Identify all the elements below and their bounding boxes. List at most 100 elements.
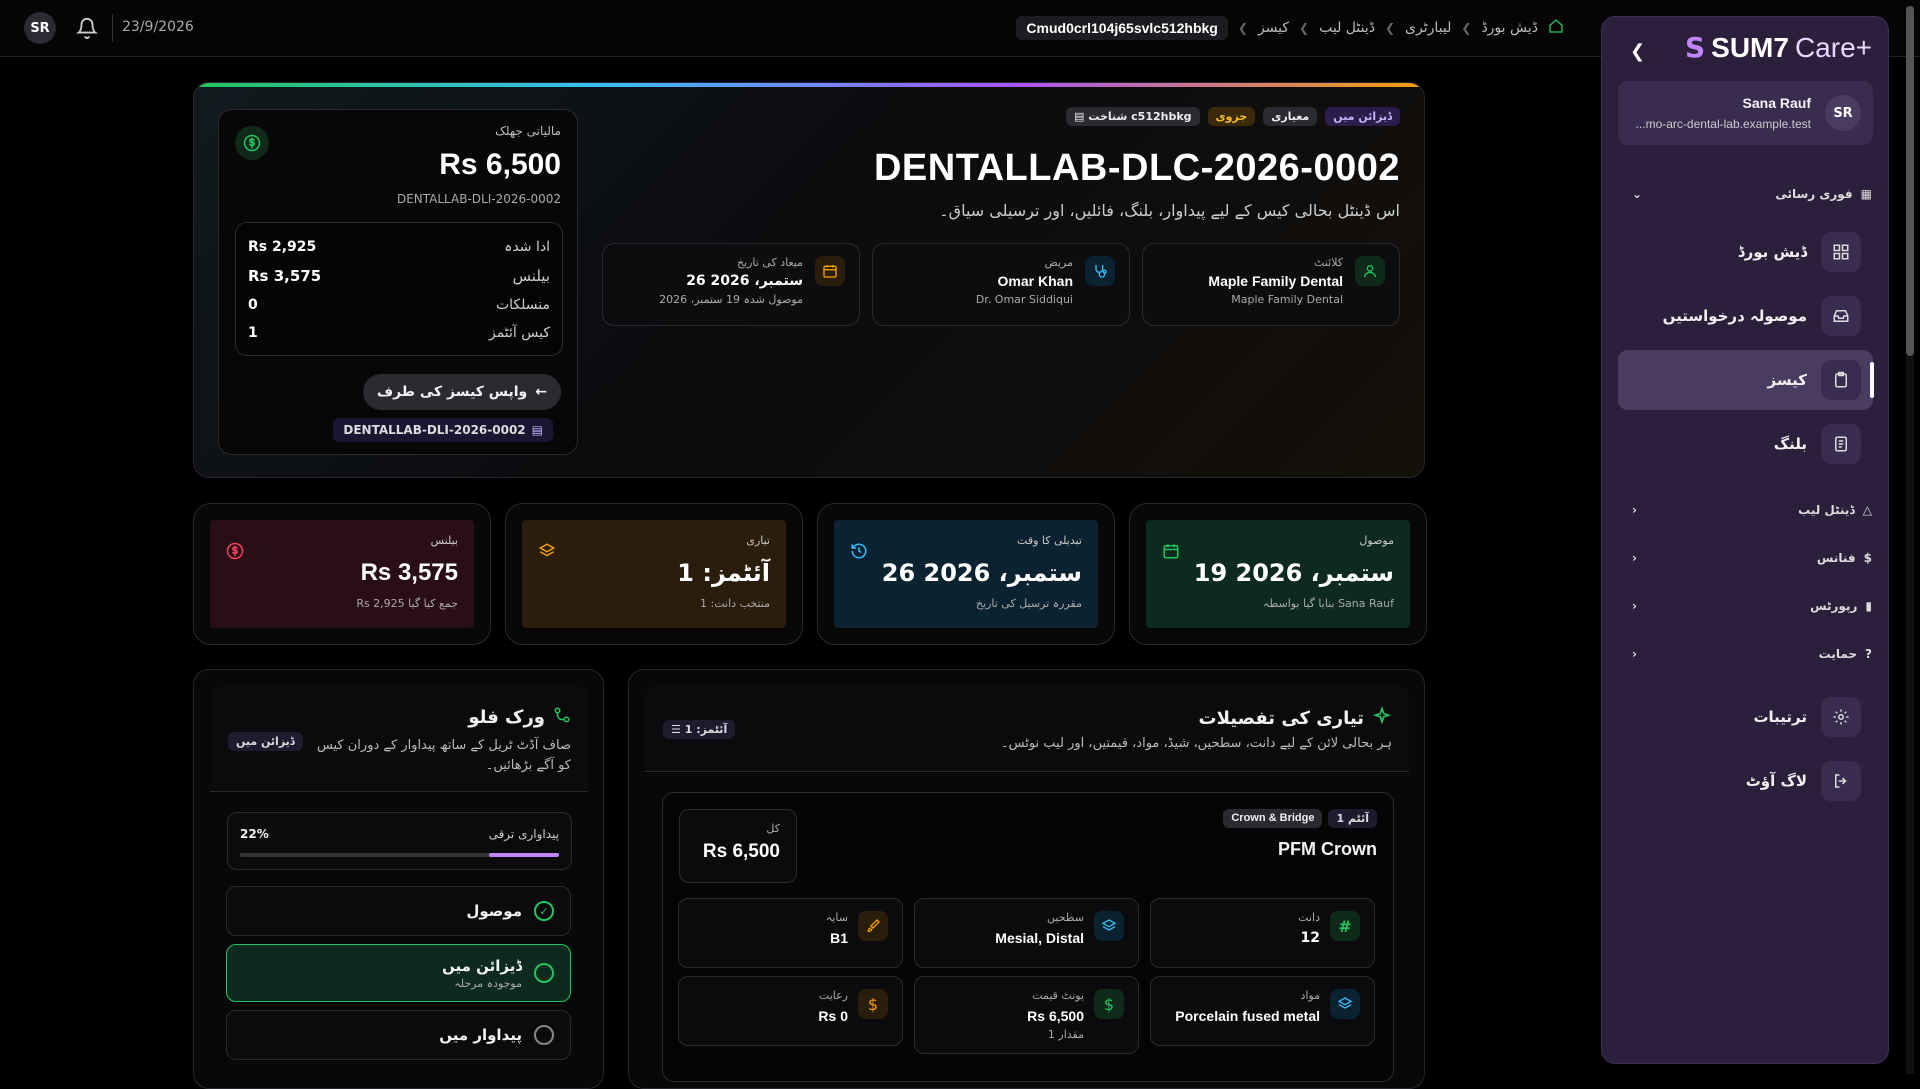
user-avatar[interactable]: SR <box>24 12 56 44</box>
sidebar-item-settings[interactable]: ترتیبات <box>1618 687 1873 747</box>
brand-logo[interactable]: S SUM7 Care+ <box>1685 31 1872 64</box>
item-number-tag: آئٹم 1 <box>1328 809 1377 828</box>
field-tooth: # دانت 12 <box>1150 898 1375 968</box>
sparkles-icon <box>1372 705 1392 730</box>
workflow-desc: صاف آڈٹ ٹریل کے ساتھ پیداوار کے دوران کی… <box>316 738 571 773</box>
inbox-icon <box>1821 296 1861 336</box>
chevron-down-icon: ⌄ <box>1632 187 1643 201</box>
flask-icon: △ <box>1862 503 1872 517</box>
finance-label: مالیاتی جھلک <box>495 124 561 138</box>
gear-icon <box>1821 697 1861 737</box>
field-discount: $ رعایت Rs 0 <box>678 976 903 1046</box>
status-pills: ڈیزائن میں معیاری جزوی ▤ شناخت c512hbkg <box>1066 107 1400 126</box>
grid-icon: ▦ <box>1860 187 1872 201</box>
progress-track <box>240 853 559 857</box>
sidebar-group-support[interactable]: › حمایت? <box>1632 639 1872 669</box>
finance-row: Rs 3,575 بیلنس <box>248 267 550 285</box>
breadcrumb-dental-lab[interactable]: ڈینٹل لیب <box>1319 20 1375 36</box>
logo-icon: S <box>1684 31 1706 64</box>
history-icon <box>850 542 868 564</box>
user-icon <box>1355 256 1385 286</box>
finance-panel: مالیاتی جھلک Rs 6,500 DENTALLAB-DLI-2026… <box>218 109 578 455</box>
preparation-desc: ہر بحالی لائن کے لیے دانت، سطحیں، شیڈ، م… <box>1001 736 1392 751</box>
calendar-icon <box>1162 542 1180 564</box>
user-card[interactable]: SR Sana Rauf ...mo-arc-dental-lab.exampl… <box>1618 81 1873 145</box>
chevron-left-icon: ❮ <box>1299 21 1310 35</box>
chevron-left-icon: ❮ <box>1461 21 1472 35</box>
sidebar-item-billing[interactable]: بلنگ <box>1618 414 1873 474</box>
copy-icon: ▤ <box>1074 110 1085 123</box>
production-progress: 22% پیداواری ترقی <box>227 812 572 870</box>
chevron-right-icon: › <box>1632 599 1637 613</box>
patient-card: مریض Omar Khan Dr. Omar Siddiqui <box>872 243 1130 326</box>
priority-badge: معیاری <box>1263 107 1318 126</box>
workflow-step-design[interactable]: ڈیزائن میں موجودہ مرحلہ <box>226 944 571 1002</box>
breadcrumb-cases[interactable]: کیسز <box>1258 20 1289 36</box>
finance-row: 1 کیس آئٹمز <box>248 325 550 341</box>
circle-icon <box>534 963 554 983</box>
sidebar-item-cases[interactable]: کیسز <box>1618 350 1873 410</box>
sidebar: ❮ S SUM7 Care+ SR Sana Rauf ...mo-arc-de… <box>1601 16 1889 1064</box>
chevron-right-icon: › <box>1632 551 1637 565</box>
preparation-title: تیاری کی تفصیلات <box>1198 707 1365 729</box>
home-icon[interactable] <box>1548 18 1564 38</box>
breadcrumb-laboratory[interactable]: لیبارٹری <box>1405 20 1451 36</box>
logout-icon <box>1821 761 1861 801</box>
circle-icon <box>534 1025 554 1045</box>
arrow-left-icon: ← <box>535 384 547 400</box>
finance-row: Rs 2,925 ادا شدہ <box>248 239 550 255</box>
brush-icon <box>858 911 888 941</box>
sidebar-group-finance[interactable]: › فنانس $ <box>1632 543 1872 573</box>
item-name: PFM Crown <box>1278 839 1377 859</box>
dollar-circle-icon: $ <box>1094 989 1124 1019</box>
sidebar-group-dental-lab[interactable]: › ڈینٹل لیب △ <box>1632 495 1872 525</box>
item-total-box: کل Rs 6,500 <box>679 809 797 883</box>
items-count-badge: ☰ آئٹمز: 1 <box>663 720 736 739</box>
quick-access-toggle[interactable]: ⌄ فوری رسائی ▦ <box>1632 179 1872 209</box>
chevron-left-icon: ❮ <box>1384 21 1396 35</box>
layers-icon <box>1330 989 1360 1019</box>
dashboard-icon <box>1821 232 1861 272</box>
chevron-right-icon: › <box>1632 647 1637 661</box>
finance-amount: Rs 6,500 <box>439 148 561 181</box>
sidebar-item-dashboard[interactable]: ڈیش بورڈ <box>1618 222 1873 282</box>
chevron-left-icon: ❮ <box>1237 21 1248 35</box>
id-badge[interactable]: ▤ شناخت c512hbkg <box>1066 107 1200 126</box>
workflow-status-badge: ڈیزائن میں <box>228 732 303 751</box>
help-icon: ? <box>1865 647 1872 661</box>
dollar-circle-icon <box>226 542 244 564</box>
layers-icon: ☰ <box>671 723 681 736</box>
case-hero: مالیاتی جھلک Rs 6,500 DENTALLAB-DLI-2026… <box>193 82 1425 478</box>
check-circle-icon: ✓ <box>534 901 554 921</box>
workflow-title: ورک فلو <box>468 706 545 728</box>
progress-percent: 22% <box>240 827 269 841</box>
invoice-icon <box>1821 424 1861 464</box>
breadcrumb-dashboard[interactable]: ڈیش بورڈ <box>1481 20 1538 36</box>
current-date: 23/9/2026 <box>122 19 194 35</box>
invoice-chip[interactable]: ▤ DENTALLAB-DLI-2026-0002 <box>333 418 553 442</box>
field-shade: سایہ B1 <box>678 898 903 968</box>
sidebar-group-reports[interactable]: › رپورٹس ▮ <box>1632 591 1872 621</box>
collapse-sidebar-icon[interactable]: ❮ <box>1630 41 1645 62</box>
calendar-clock-icon <box>815 256 845 286</box>
sidebar-item-requests[interactable]: موصولہ درخواستیں <box>1618 286 1873 346</box>
field-material: مواد Porcelain fused metal <box>1150 976 1375 1046</box>
finance-invoice: DENTALLAB-DLI-2026-0002 <box>396 192 561 206</box>
workflow-icon <box>553 706 571 728</box>
clipboard-icon <box>1821 360 1861 400</box>
breadcrumb-current: Cmud0crl104j65svlc512hbkg <box>1016 16 1228 40</box>
chart-icon: ▮ <box>1865 599 1872 613</box>
client-card: کلائنٹ Maple Family Dental Maple Family De… <box>1142 243 1400 326</box>
chevron-right-icon: › <box>1632 503 1637 517</box>
back-to-cases-button[interactable]: ← واپس کیسز کی طرف <box>362 374 561 410</box>
bell-icon[interactable] <box>75 17 99 43</box>
item-category-tag: Crown & Bridge <box>1223 809 1323 828</box>
page-scrollbar[interactable] <box>1906 6 1914 1074</box>
case-title: DENTALLAB-DLC-2026-0002 <box>873 147 1400 189</box>
workflow-step-production[interactable]: پیداوار میں <box>226 1010 571 1060</box>
workflow-step-received[interactable]: ✓ موصول <box>226 886 571 936</box>
sidebar-item-logout[interactable]: لاگ آؤٹ <box>1618 751 1873 811</box>
due-date-card: میعاد کی تاریخ 26 ستمبر، 2026 موصول شدہ 19… <box>602 243 860 326</box>
stat-turnaround: تبدیلی کا وقت 26 ستمبر، 2026 مقررہ ترسیل… <box>817 503 1115 645</box>
payment-badge: جزوی <box>1207 107 1256 126</box>
